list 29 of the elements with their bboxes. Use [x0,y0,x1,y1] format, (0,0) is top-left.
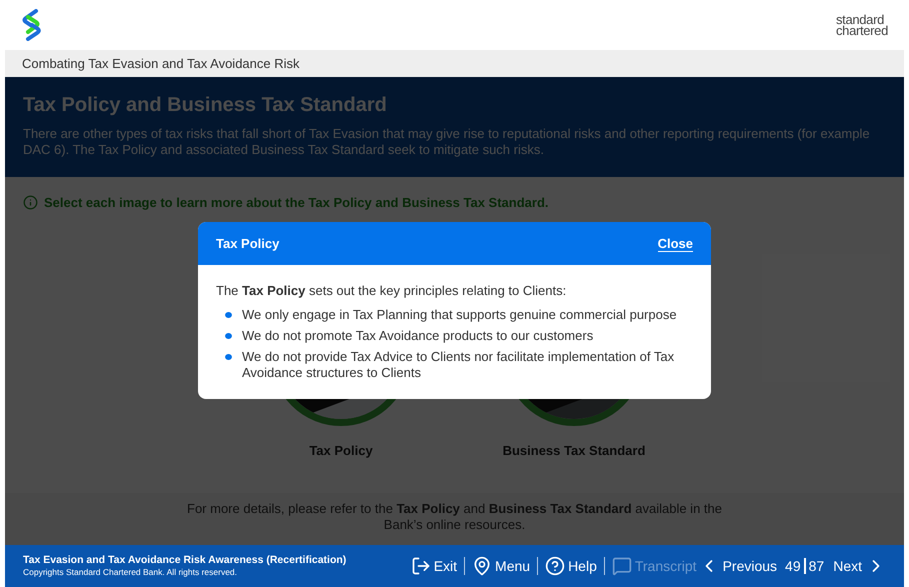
help-icon [545,556,566,576]
banner-title: Tax Policy and Business Tax Standard [23,93,388,117]
course-name: Tax Evasion and Tax Avoidance Risk Awareness (Recertification) [23,554,346,566]
bullet-icon [225,354,232,360]
current-page: 49 [785,556,801,576]
help-button[interactable]: Help [545,556,597,576]
exit-door-icon [410,556,431,576]
exit-button[interactable]: Exit [410,556,458,576]
course-title-bar: Combating Tax Evasion and Tax Avoidance Risk [5,50,904,77]
map-pin-icon [472,556,492,576]
bullet-icon [225,312,232,318]
bullet-text: We do not promote Tax Avoidance products to our customers [242,328,594,344]
menu-button[interactable]: Menu [472,556,530,576]
brand-wordmark: standard chartered [836,14,888,36]
bullet-text: We only engage in Tax Planning that supports genuine commercial purpose [242,306,677,322]
speech-bubble-icon [612,556,632,576]
logo-icon [22,9,42,41]
modal-title: Tax Policy [216,234,280,253]
close-link[interactable]: Close [658,236,693,252]
next-button[interactable]: Next [833,555,886,577]
bullet-icon [225,332,232,338]
previous-button[interactable]: Previous [698,555,778,577]
bullet-text: We do not provide Tax Advice to Clients nor facilitate implementation of Tax Avoidance structures to Clients [242,348,676,380]
footer-note: For more details, please refer to the Tax Policy and Business Tax Standard available in the Bank’s online resources. [186,501,723,534]
total-pages: 87 [808,556,824,576]
modal-intro: The Tax Policy sets out the key principles relating to Clients: [216,282,568,300]
banner-text: There are other types of tax risks that fall short of Tax Evasion that may give rise to reputational risks and other reporting requirements (for example DAC 6). The Tax Policy and associated Business Tax Standard seek to mitigate such risks. [23,126,871,158]
instruction-text: Select each image to learn more about the Tax Policy and Business Tax Standard. [44,194,549,212]
copyright-text: Copyrights Standard Chartered Bank. All rights reserved. [23,566,238,578]
